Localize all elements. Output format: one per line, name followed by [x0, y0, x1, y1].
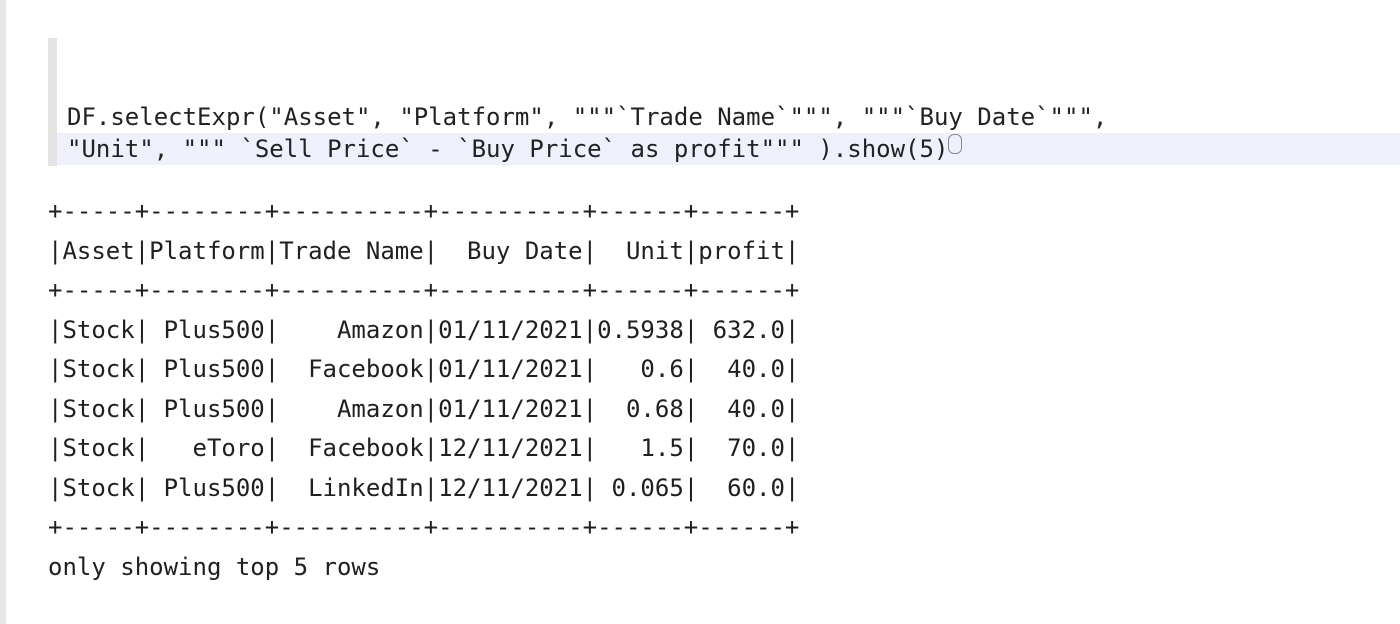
- code-cell[interactable]: DF.selectExpr("Asset", "Platform", """`T…: [48, 38, 1400, 166]
- table-row: |Stock| Plus500| Amazon|01/11/2021|0.593…: [48, 315, 800, 344]
- table-border-top: +-----+--------+----------+----------+--…: [48, 197, 800, 225]
- mouse-cursor-icon: [948, 134, 962, 154]
- window-left-edge: [0, 0, 6, 624]
- code-line-1[interactable]: DF.selectExpr("Asset", "Platform", """`T…: [57, 101, 1400, 133]
- code-line-2[interactable]: "Unit", """ `Sell Price` - `Buy Price` a…: [57, 133, 1400, 165]
- cell-gutter: [48, 38, 57, 166]
- output-footer-note: only showing top 5 rows: [48, 552, 381, 581]
- table-row: |Stock| Plus500| Amazon|01/11/2021| 0.68…: [48, 394, 800, 423]
- table-border-header: +-----+--------+----------+----------+--…: [48, 276, 800, 304]
- table-header-row: |Asset|Platform|Trade Name| Buy Date| Un…: [48, 236, 800, 265]
- table-border-bottom: +-----+--------+----------+----------+--…: [48, 513, 800, 541]
- cell-output: +-----+--------+----------+----------+--…: [48, 192, 1348, 587]
- table-row: |Stock| Plus500| Facebook|01/11/2021| 0.…: [48, 355, 800, 383]
- table-row: |Stock| Plus500| LinkedIn|12/11/2021| 0.…: [48, 473, 800, 502]
- table-row: |Stock| eToro| Facebook|12/11/2021| 1.5|…: [48, 434, 800, 462]
